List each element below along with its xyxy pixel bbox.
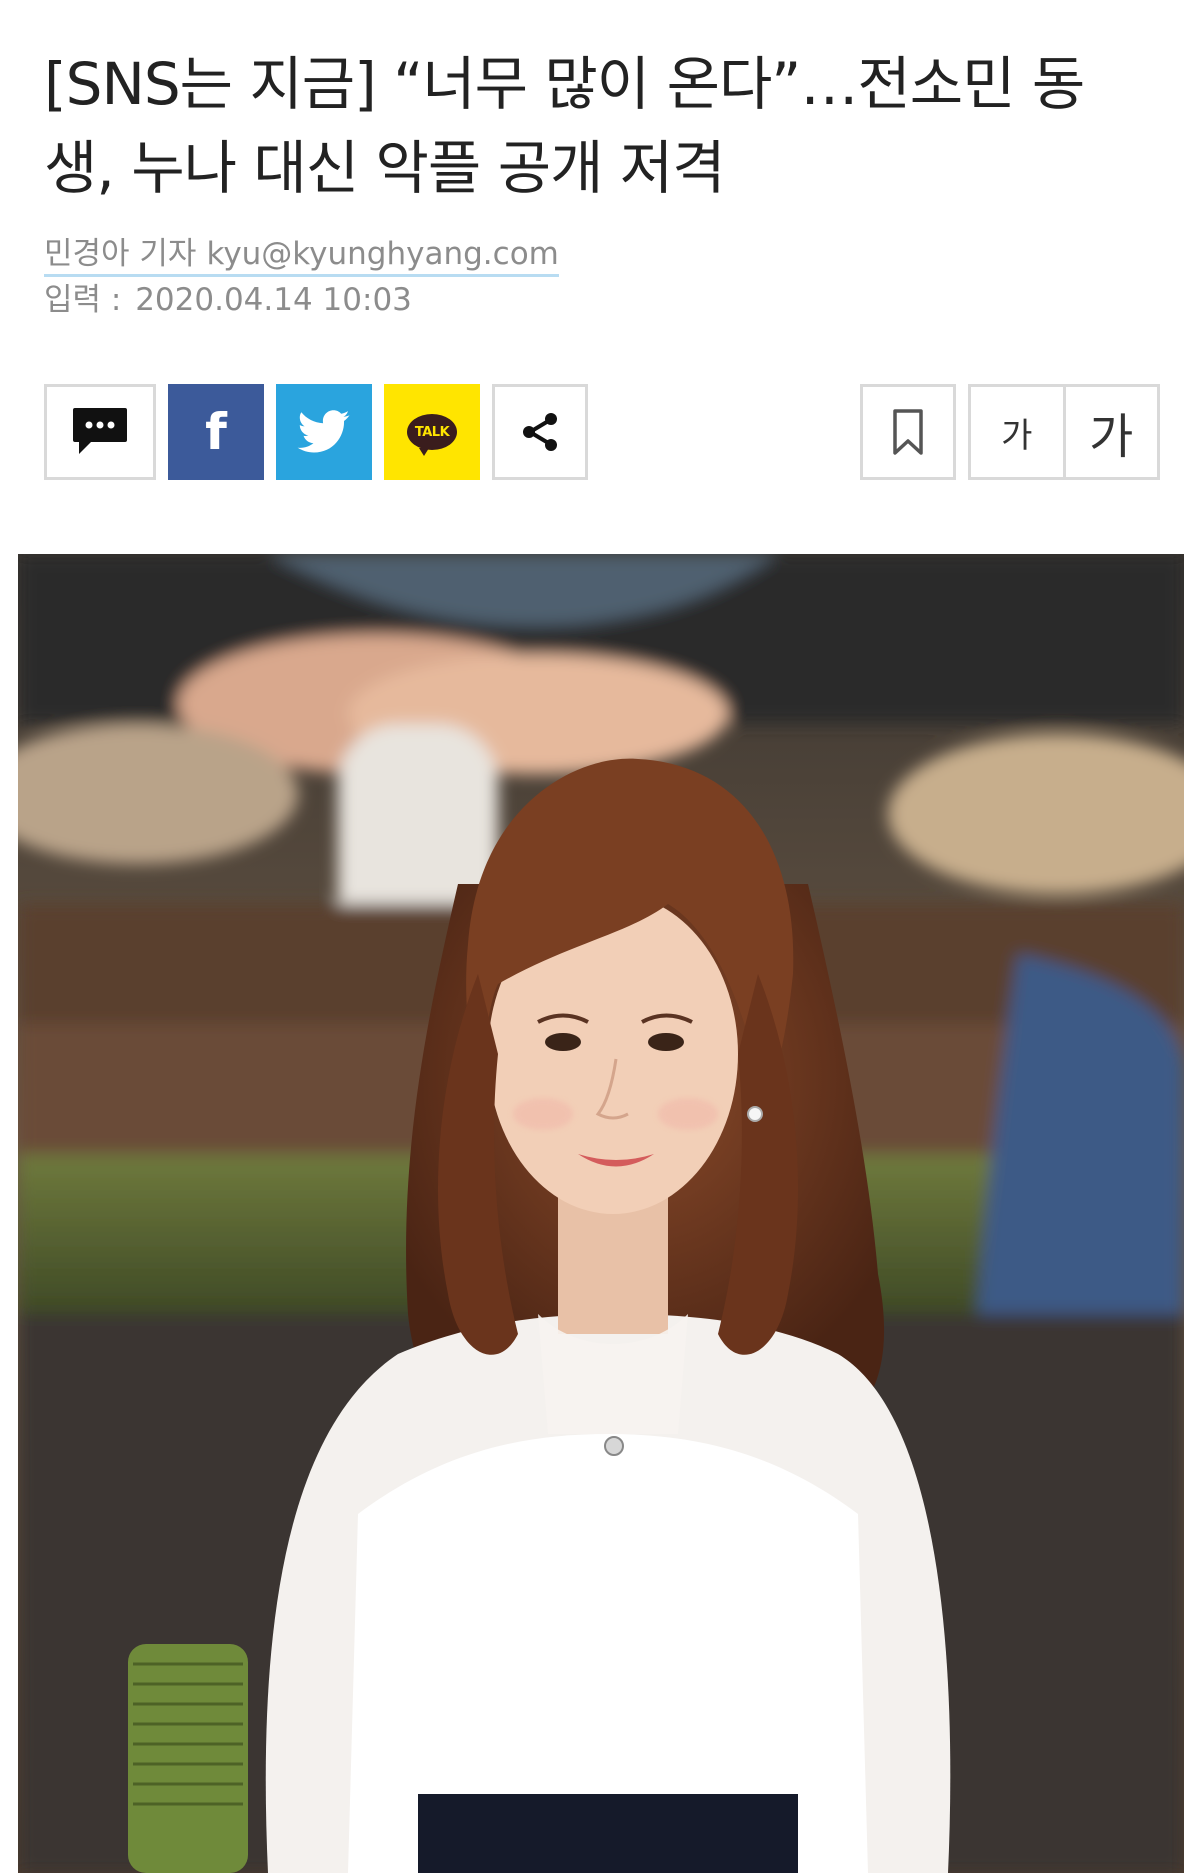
share-icon xyxy=(523,413,557,451)
font-size-control: 가 가 xyxy=(968,384,1160,480)
article-photo xyxy=(18,554,1184,1873)
share-button[interactable] xyxy=(492,384,588,480)
kakaotalk-icon: TALK xyxy=(407,414,457,456)
reporter-email: kyu@kyunghyang.com xyxy=(206,236,559,272)
kakaotalk-label: TALK xyxy=(414,424,450,440)
bookmark-button[interactable] xyxy=(860,384,956,480)
publish-date-label: 입력 : xyxy=(44,282,122,318)
reporter-name: 민경아 기자 xyxy=(44,236,197,272)
comment-button[interactable] xyxy=(44,384,156,480)
twitter-bird-icon xyxy=(297,410,350,453)
publish-date-value: 2020.04.14 10:03 xyxy=(135,282,412,318)
publish-date: 입력 : 2020.04.14 10:03 xyxy=(44,278,412,322)
font-decrease-button[interactable]: 가 xyxy=(971,387,1066,477)
twitter-share-button[interactable] xyxy=(276,384,372,480)
facebook-icon: f xyxy=(205,403,227,461)
article-title: [SNS는 지금] “너무 많이 온다”…전소민 동생, 누나 대신 악플 공개… xyxy=(44,50,1085,202)
facebook-share-button[interactable]: f xyxy=(168,384,264,480)
article-photo-illustration xyxy=(18,554,1184,1873)
share-bar: f TALK xyxy=(44,384,588,480)
byline: 민경아 기자 kyu@kyunghyang.com xyxy=(44,232,559,277)
bookmark-icon xyxy=(893,409,923,455)
kakaotalk-share-button[interactable]: TALK xyxy=(384,384,480,480)
reporter-link[interactable]: 민경아 기자 kyu@kyunghyang.com xyxy=(44,236,559,277)
speech-bubble-icon xyxy=(73,408,127,454)
font-increase-button[interactable]: 가 xyxy=(1066,387,1158,477)
article-tools: 가 가 xyxy=(860,384,1160,480)
